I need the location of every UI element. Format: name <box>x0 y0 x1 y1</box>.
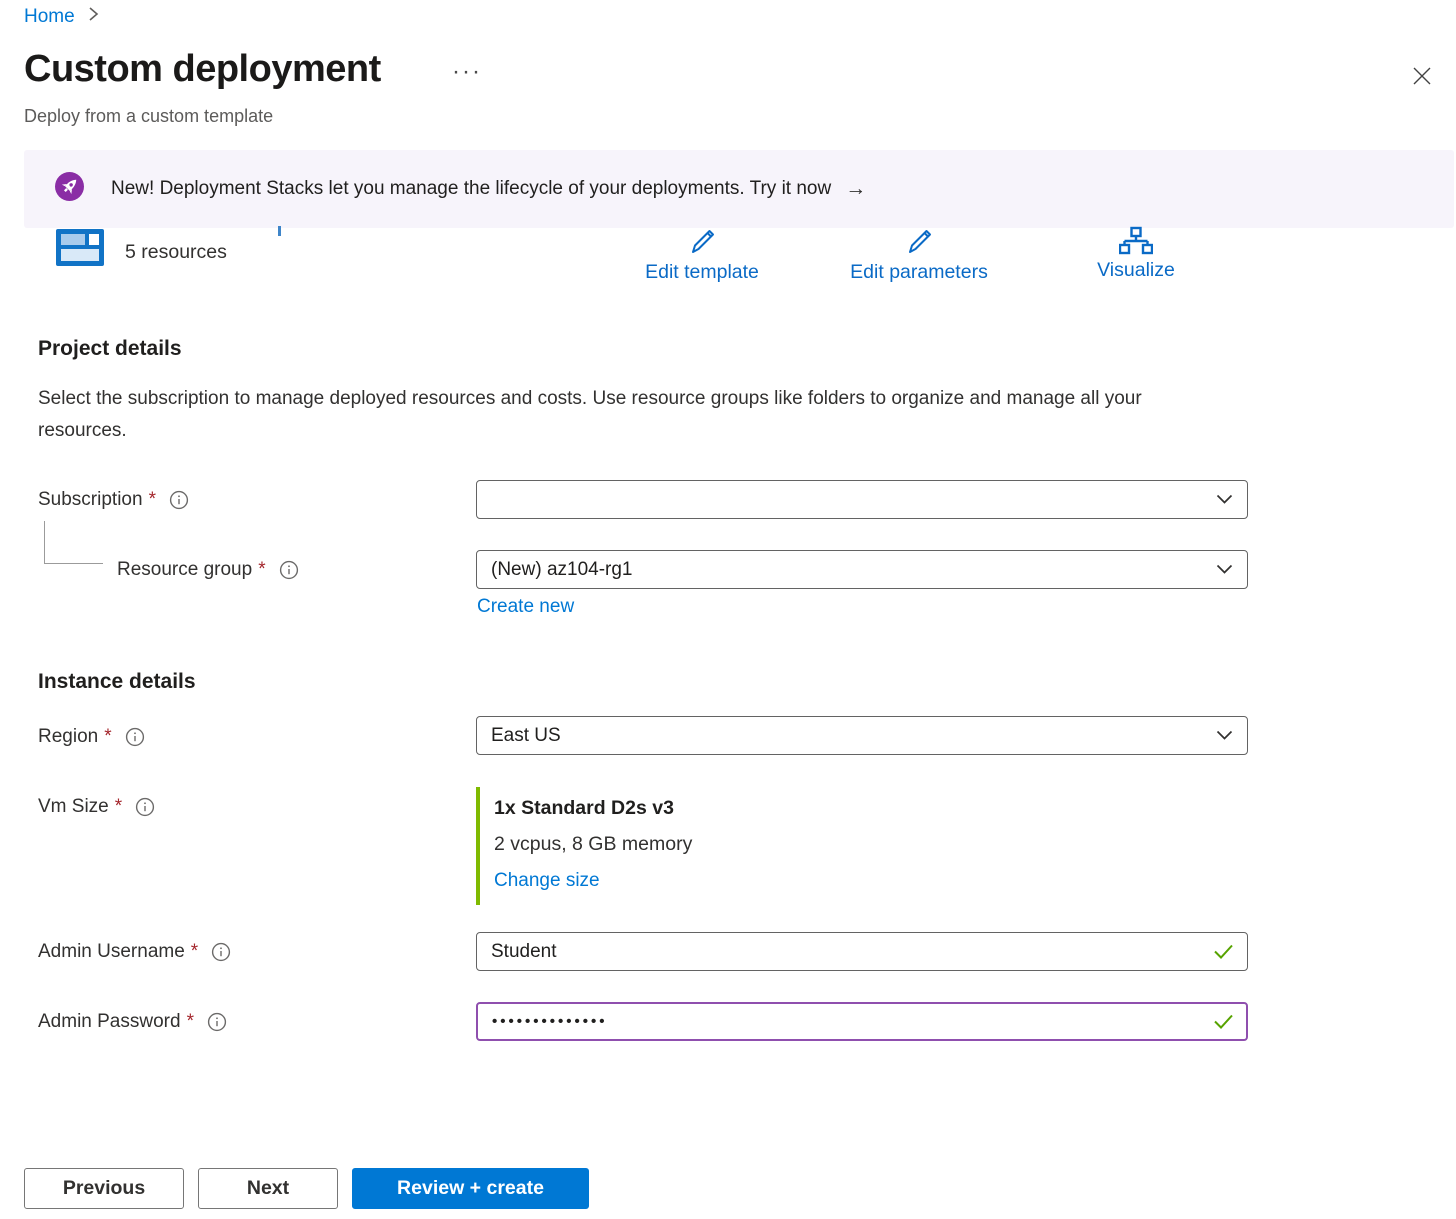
template-resources-icon <box>56 229 104 271</box>
edit-parameters-button[interactable]: Edit parameters <box>824 226 1014 284</box>
vm-size-summary: 1x Standard D2s v3 2 vcpus, 8 GB memory … <box>476 787 692 905</box>
region-label: Region * <box>38 726 145 748</box>
review-create-button[interactable]: Review + create <box>352 1168 589 1209</box>
resources-count-label: 5 resources <box>125 241 227 264</box>
region-value: East US <box>491 725 1216 747</box>
breadcrumb: Home <box>24 6 99 28</box>
chevron-down-icon <box>1216 489 1233 511</box>
field-connector-line <box>44 521 103 564</box>
vm-size-label: Vm Size * <box>38 796 155 818</box>
page-title: Custom deployment <box>24 48 381 91</box>
valid-check-icon <box>1213 1013 1234 1035</box>
change-size-link[interactable]: Change size <box>494 870 600 891</box>
subscription-label: Subscription * <box>38 489 189 511</box>
subscription-dropdown[interactable] <box>476 480 1248 519</box>
custom-deployment-blade: Home Custom deployment ··· Deploy from a… <box>0 0 1456 1219</box>
project-details-heading: Project details <box>38 337 182 361</box>
instance-details-heading: Instance details <box>38 670 196 694</box>
admin-password-label: Admin Password * <box>38 1011 227 1033</box>
admin-username-label-text: Admin Username <box>38 941 185 963</box>
deployment-stacks-banner[interactable]: New! Deployment Stacks let you manage th… <box>24 150 1454 228</box>
resource-group-label-text: Resource group <box>117 559 252 581</box>
pencil-icon <box>686 226 718 258</box>
admin-username-field-wrap <box>476 932 1248 971</box>
admin-username-input[interactable] <box>476 932 1248 971</box>
chevron-down-icon <box>1216 559 1233 581</box>
previous-button[interactable]: Previous <box>24 1168 184 1209</box>
admin-password-input[interactable] <box>476 1002 1248 1041</box>
required-asterisk: * <box>258 559 265 581</box>
rocket-icon <box>55 172 84 206</box>
region-dropdown[interactable]: East US <box>476 716 1248 755</box>
valid-check-icon <box>1213 943 1234 965</box>
required-asterisk: * <box>187 1011 194 1033</box>
region-label-text: Region <box>38 726 98 748</box>
clipped-content-artifact <box>278 226 281 236</box>
project-details-description: Select the subscription to manage deploy… <box>38 383 1193 447</box>
admin-password-field-wrap <box>476 1002 1248 1041</box>
pencil-icon <box>903 226 935 258</box>
page-subtitle: Deploy from a custom template <box>24 106 273 127</box>
vm-size-spec: 2 vcpus, 8 GB memory <box>494 826 692 862</box>
info-icon[interactable] <box>279 560 299 580</box>
resource-group-value: (New) az104-rg1 <box>491 559 1216 581</box>
more-options-icon[interactable]: ··· <box>452 58 482 86</box>
subscription-label-text: Subscription <box>38 489 143 511</box>
admin-password-label-text: Admin Password <box>38 1011 181 1033</box>
edit-template-button[interactable]: Edit template <box>612 226 792 284</box>
required-asterisk: * <box>191 941 198 963</box>
chevron-down-icon <box>1216 725 1233 747</box>
resource-group-label: Resource group * <box>117 559 299 581</box>
org-chart-icon <box>1119 226 1153 256</box>
visualize-label: Visualize <box>1097 259 1175 282</box>
info-icon[interactable] <box>211 942 231 962</box>
banner-text: New! Deployment Stacks let you manage th… <box>111 178 831 200</box>
chevron-right-icon <box>88 6 99 28</box>
vm-size-label-text: Vm Size <box>38 796 109 818</box>
edit-parameters-label: Edit parameters <box>850 261 988 284</box>
required-asterisk: * <box>115 796 122 818</box>
info-icon[interactable] <box>135 797 155 817</box>
edit-template-label: Edit template <box>645 261 759 284</box>
create-new-link[interactable]: Create new <box>477 596 574 618</box>
breadcrumb-home-link[interactable]: Home <box>24 6 75 28</box>
required-asterisk: * <box>104 726 111 748</box>
admin-username-label: Admin Username * <box>38 941 231 963</box>
info-icon[interactable] <box>125 727 145 747</box>
resource-group-dropdown[interactable]: (New) az104-rg1 <box>476 550 1248 589</box>
visualize-button[interactable]: Visualize <box>1080 226 1192 282</box>
info-icon[interactable] <box>207 1012 227 1032</box>
required-asterisk: * <box>149 489 156 511</box>
info-icon[interactable] <box>169 490 189 510</box>
close-icon[interactable] <box>1406 60 1438 92</box>
vm-size-name: 1x Standard D2s v3 <box>494 790 692 826</box>
next-button[interactable]: Next <box>198 1168 338 1209</box>
arrow-right-icon[interactable]: → <box>845 177 866 201</box>
